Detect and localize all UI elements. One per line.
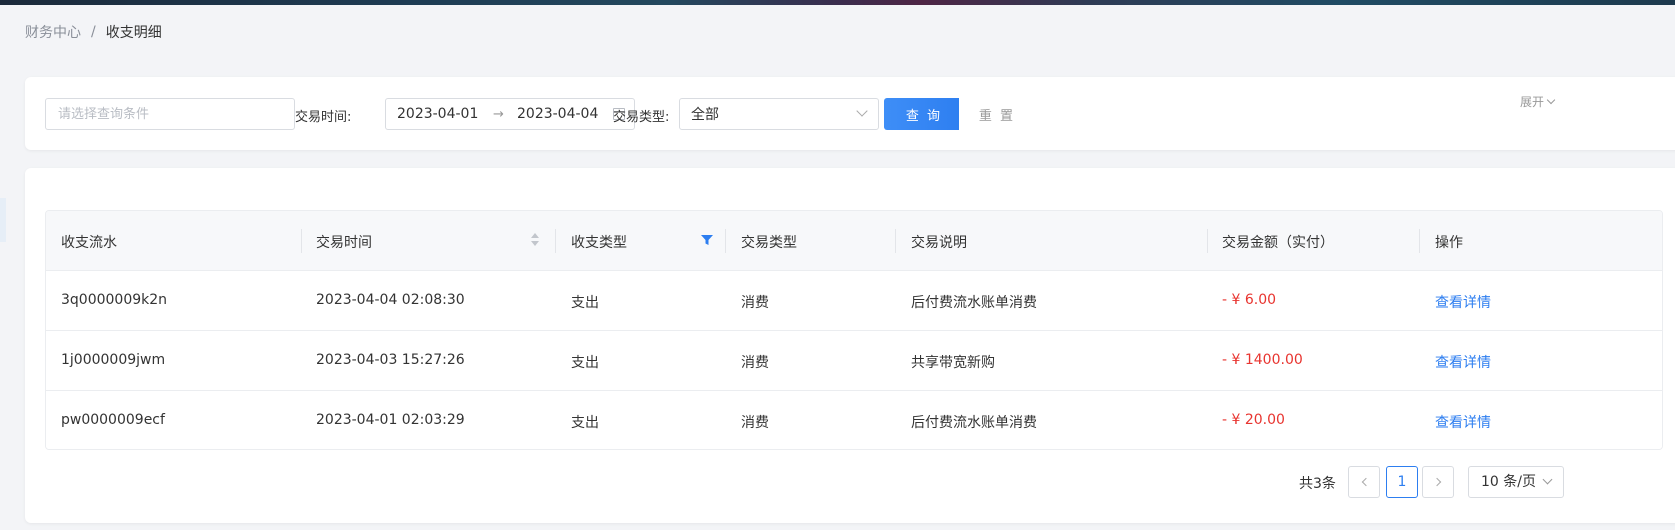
range-arrow-icon: → — [493, 106, 504, 122]
cell-amount: - ¥ 20.00 — [1222, 412, 1285, 428]
cell-description: 后付费流水账单消费 — [911, 415, 1037, 431]
column-divider — [895, 229, 896, 253]
pagination-total: 共3条 — [1299, 476, 1336, 492]
cell-serial: 3q0000009k2n — [61, 292, 168, 308]
sort-icon[interactable] — [531, 233, 539, 247]
cell-description: 共享带宽新购 — [911, 355, 995, 371]
page-size-value: 10 条/页 — [1481, 474, 1536, 490]
cell-type: 消费 — [741, 415, 769, 431]
search-input[interactable] — [45, 98, 295, 130]
pagination: 共3条 1 10 条/页 — [25, 466, 1675, 498]
chevron-down-icon — [1542, 474, 1553, 485]
table-panel: 收支流水 交易时间 收支类型 交易类型 交易说明 交易金额（实付） 操作 3q0… — [25, 168, 1675, 523]
sidebar-edge — [0, 198, 6, 242]
chevron-right-icon — [1432, 477, 1442, 487]
chevron-down-icon — [856, 105, 868, 117]
column-header-direction: 收支类型 — [571, 235, 627, 251]
prev-page-button[interactable] — [1348, 466, 1380, 498]
cell-time: 2023-04-04 02:08:30 — [316, 292, 465, 308]
type-label: 交易类型: — [613, 110, 670, 125]
date-range-picker[interactable]: 2023-04-01 → 2023-04-04 — [385, 98, 635, 130]
cell-direction: 支出 — [571, 415, 599, 431]
cell-amount: - ¥ 6.00 — [1222, 292, 1277, 308]
cell-serial: pw0000009ecf — [61, 412, 165, 428]
column-header-serial: 收支流水 — [61, 235, 117, 251]
filter-panel: 交易时间: 2023-04-01 → 2023-04-04 交易类型: 全部 查… — [25, 77, 1675, 150]
breadcrumb-separator: / — [91, 24, 96, 40]
transaction-type-select[interactable]: 全部 — [679, 98, 879, 130]
table-row: 1j0000009jwm 2023-04-03 15:27:26 支出 消费 共… — [46, 331, 1662, 391]
column-divider — [725, 229, 726, 253]
cell-direction: 支出 — [571, 295, 599, 311]
view-details-link[interactable]: 查看详情 — [1435, 292, 1491, 312]
column-header-amount: 交易金额（实付） — [1222, 235, 1334, 251]
view-details-link[interactable]: 查看详情 — [1435, 352, 1491, 372]
time-label: 交易时间: — [295, 110, 352, 125]
chevron-left-icon — [1361, 477, 1371, 487]
breadcrumb: 财务中心 / 收支明细 — [25, 22, 162, 42]
cell-type: 消费 — [741, 295, 769, 311]
breadcrumb-current: 收支明细 — [105, 25, 162, 41]
breadcrumb-parent[interactable]: 财务中心 — [25, 22, 81, 42]
query-button[interactable]: 查 询 — [884, 98, 964, 130]
cell-amount: - ¥ 1400.00 — [1222, 352, 1303, 368]
transactions-table: 收支流水 交易时间 收支类型 交易类型 交易说明 交易金额（实付） 操作 3q0… — [45, 210, 1663, 450]
cell-type: 消费 — [741, 355, 769, 371]
transaction-type-value: 全部 — [691, 107, 719, 123]
column-divider — [301, 229, 302, 253]
cell-description: 后付费流水账单消费 — [911, 295, 1037, 311]
page-size-select[interactable]: 10 条/页 — [1468, 466, 1564, 498]
reset-button[interactable]: 重 置 — [959, 98, 1035, 130]
column-divider — [1419, 229, 1420, 253]
cell-time: 2023-04-01 02:03:29 — [316, 412, 465, 428]
column-header-time[interactable]: 交易时间 — [316, 232, 372, 252]
column-divider — [555, 229, 556, 253]
date-start[interactable]: 2023-04-01 — [397, 106, 478, 122]
table-row: pw0000009ecf 2023-04-01 02:03:29 支出 消费 后… — [46, 391, 1662, 449]
column-header-type: 交易类型 — [741, 235, 797, 251]
column-header-description: 交易说明 — [911, 235, 967, 251]
date-end[interactable]: 2023-04-04 — [517, 106, 598, 122]
column-header-action: 操作 — [1435, 235, 1463, 251]
chevron-down-icon — [1546, 95, 1556, 104]
column-divider — [1207, 229, 1208, 253]
filter-icon[interactable] — [700, 233, 714, 247]
page-number-current[interactable]: 1 — [1386, 466, 1418, 498]
cell-serial: 1j0000009jwm — [61, 352, 166, 368]
table-header: 收支流水 交易时间 收支类型 交易类型 交易说明 交易金额（实付） 操作 — [46, 211, 1662, 271]
top-accent-bar — [0, 0, 1675, 5]
view-details-link[interactable]: 查看详情 — [1435, 412, 1491, 432]
expand-label: 展开 — [1520, 95, 1545, 109]
next-page-button[interactable] — [1422, 466, 1454, 498]
cell-time: 2023-04-03 15:27:26 — [316, 352, 465, 368]
expand-toggle[interactable]: 展开 — [1520, 93, 1556, 110]
cell-direction: 支出 — [571, 355, 599, 371]
table-row: 3q0000009k2n 2023-04-04 02:08:30 支出 消费 后… — [46, 271, 1662, 331]
